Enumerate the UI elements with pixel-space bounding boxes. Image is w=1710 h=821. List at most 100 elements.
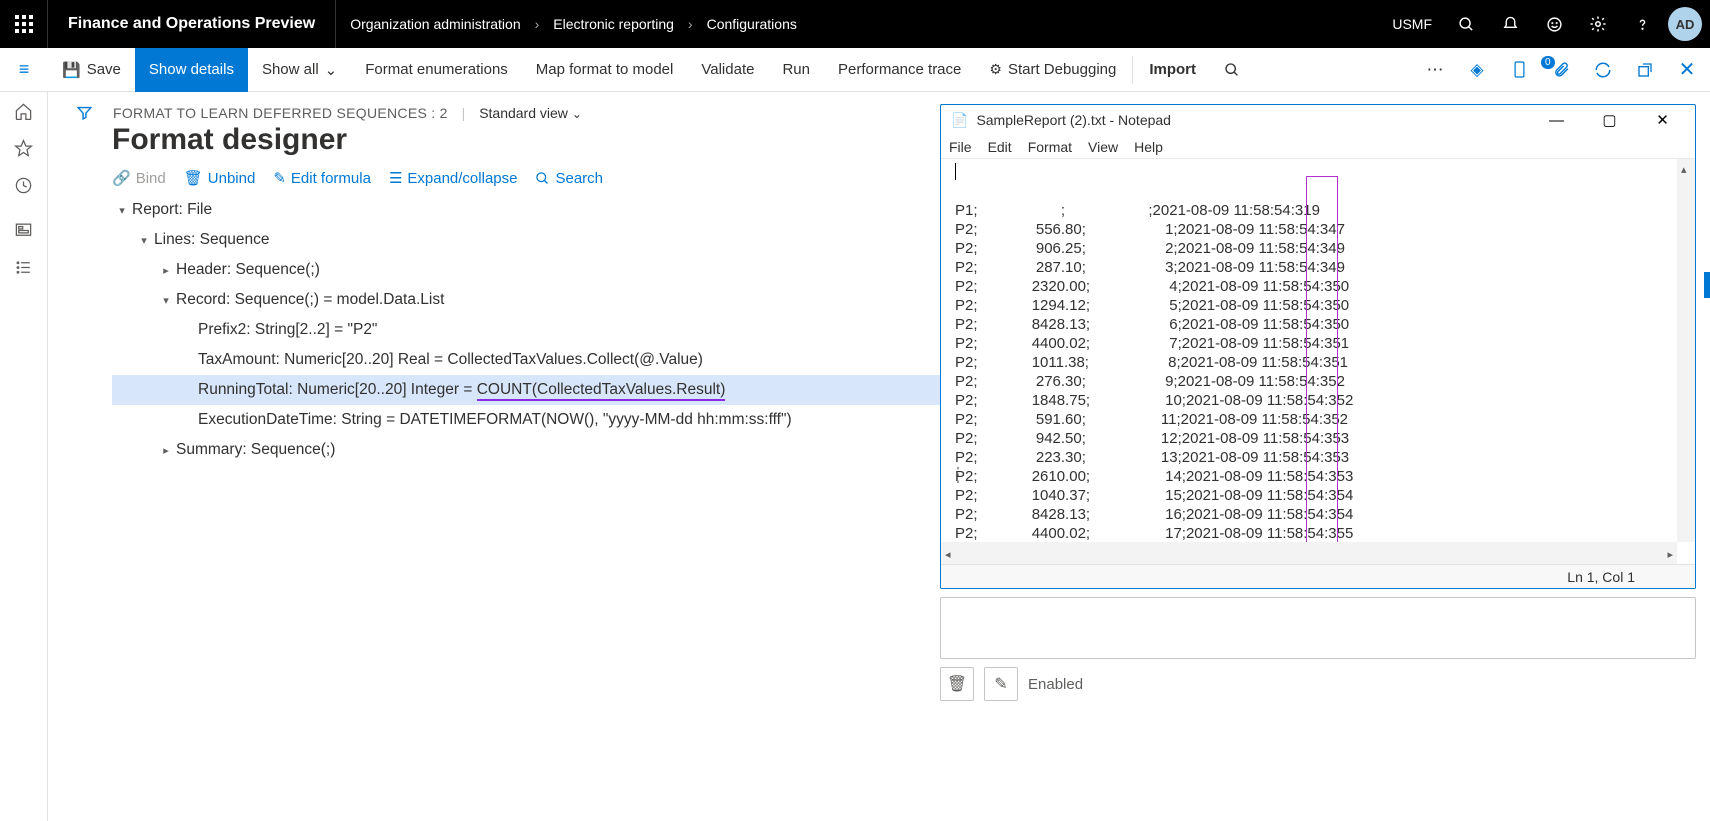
help-icon[interactable] <box>1620 0 1664 48</box>
command-bar: ≡ 💾 Save Show details Show all⌄ Format en… <box>0 48 1710 92</box>
description-field[interactable] <box>940 597 1696 659</box>
start-debugging-button[interactable]: ⚙Start Debugging <box>975 48 1130 92</box>
save-button[interactable]: 💾 Save <box>48 48 135 92</box>
save-label: Save <box>87 61 121 78</box>
popout-icon[interactable] <box>1630 62 1660 78</box>
tree-node[interactable]: ▾Record: Sequence(;) = model.Data.List <box>112 285 940 315</box>
menu-edit[interactable]: Edit <box>988 139 1012 155</box>
format-enumerations-button[interactable]: Format enumerations <box>351 48 522 92</box>
tree-node[interactable]: ExecutionDateTime: String = DATETIMEFORM… <box>112 405 940 435</box>
bind-button[interactable]: 🔗Bind <box>112 169 166 187</box>
search-icon <box>535 171 550 186</box>
refresh-icon[interactable] <box>1588 61 1618 79</box>
tree-node[interactable]: Prefix2: String[2..2] = "P2" <box>112 315 940 345</box>
home-icon[interactable] <box>14 102 33 121</box>
smile-icon[interactable] <box>1532 0 1576 48</box>
menu-format[interactable]: Format <box>1028 139 1072 155</box>
tree-node[interactable]: ▾Lines: Sequence <box>112 225 940 255</box>
list-icon[interactable] <box>14 258 33 277</box>
trash-icon: 🗑 <box>184 169 203 187</box>
validate-button[interactable]: Validate <box>687 48 768 92</box>
close-icon[interactable]: ✕ <box>1672 57 1702 82</box>
vertical-scrollbar[interactable]: ▴ <box>1677 159 1695 542</box>
show-all-button[interactable]: Show all⌄ <box>248 48 351 92</box>
format-tree: ▾Report: File ▾Lines: Sequence ▸Header: … <box>112 195 940 465</box>
star-icon[interactable] <box>14 139 33 158</box>
expand-collapse-button[interactable]: ☰Expand/collapse <box>389 169 518 187</box>
expand-icon[interactable]: ▸ <box>156 264 176 277</box>
edit-formula-button[interactable]: ✎Edit formula <box>273 169 371 187</box>
notepad-menu: File Edit Format View Help <box>941 135 1695 159</box>
run-button[interactable]: Run <box>768 48 824 92</box>
diamond-icon[interactable]: ◈ <box>1462 60 1492 80</box>
collapse-icon[interactable]: ▾ <box>134 234 154 247</box>
collapse-icon[interactable]: ▾ <box>112 204 132 217</box>
attachment-icon[interactable]: 0 <box>1546 61 1576 78</box>
import-button[interactable]: Import <box>1135 48 1210 92</box>
bell-icon[interactable] <box>1488 0 1532 48</box>
horizontal-scrollbar[interactable]: ◂▸ <box>941 542 1677 564</box>
menu-help[interactable]: Help <box>1134 139 1163 155</box>
notepad-icon: 📄 <box>951 112 968 129</box>
performance-trace-button[interactable]: Performance trace <box>824 48 975 92</box>
collapse-icon[interactable]: ▾ <box>156 294 176 307</box>
page-breadcrumb: FORMAT TO LEARN DEFERRED SEQUENCES : 2 <box>113 105 448 121</box>
left-pane: FORMAT TO LEARN DEFERRED SEQUENCES : 2 |… <box>48 92 940 821</box>
right-pane: 📄 SampleReport (2).txt - Notepad — ▢ ✕ F… <box>940 92 1710 821</box>
tree-node[interactable]: ▸Summary: Sequence(;) <box>112 435 940 465</box>
search-command-button[interactable] <box>1210 48 1254 92</box>
pencil-icon: ✎ <box>273 169 286 187</box>
more-icon[interactable]: ⋯ <box>1420 60 1450 80</box>
debug-icon: ⚙ <box>989 61 1002 78</box>
edit-button[interactable]: ✎ <box>984 667 1018 701</box>
chevron-down-icon: ⌄ <box>325 61 338 79</box>
text-caret <box>955 163 956 180</box>
phone-icon[interactable] <box>1504 60 1534 79</box>
list-icon: ☰ <box>389 169 402 187</box>
avatar[interactable]: AD <box>1668 7 1702 41</box>
hamburger-button[interactable]: ≡ <box>0 48 48 92</box>
nav-rail <box>0 92 48 821</box>
unbind-button[interactable]: 🗑Unbind <box>184 169 256 187</box>
breadcrumb-1[interactable]: Electronic reporting <box>539 16 688 32</box>
breadcrumb-0[interactable]: Organization administration <box>336 16 534 32</box>
menu-file[interactable]: File <box>949 139 972 155</box>
tree-node[interactable]: ▸Header: Sequence(;) <box>112 255 940 285</box>
maximize-button[interactable]: ▢ <box>1587 111 1632 129</box>
breadcrumb-2[interactable]: Configurations <box>693 16 811 32</box>
save-icon: 💾 <box>62 61 81 79</box>
minimize-button[interactable]: — <box>1534 112 1579 129</box>
search-icon[interactable] <box>1444 0 1488 48</box>
notepad-status-bar: Ln 1, Col 1 <box>941 564 1695 588</box>
show-details-button[interactable]: Show details <box>135 48 248 92</box>
link-icon: 🔗 <box>112 169 131 187</box>
tree-node-selected[interactable]: RunningTotal: Numeric[20..20] Integer = … <box>112 375 940 405</box>
chevron-down-icon: ⌄ <box>572 107 582 121</box>
divider <box>1132 56 1133 84</box>
company-picker[interactable]: USMF <box>1380 16 1444 32</box>
topbar: Finance and Operations Preview Organizat… <box>0 0 1710 48</box>
workspace-icon[interactable] <box>14 221 33 240</box>
notepad-window: 📄 SampleReport (2).txt - Notepad — ▢ ✕ F… <box>940 104 1696 589</box>
notepad-title: SampleReport (2).txt - Notepad <box>976 112 1171 128</box>
side-tab-indicator[interactable] <box>1704 272 1710 298</box>
delete-button[interactable]: 🗑 <box>940 667 974 701</box>
map-format-button[interactable]: Map format to model <box>522 48 688 92</box>
gear-icon[interactable] <box>1576 0 1620 48</box>
notepad-text-area[interactable]: P1; ; ;2021-08-09 11:58:54:319 P2; 556.8… <box>941 159 1695 564</box>
app-launcher-button[interactable] <box>0 0 48 48</box>
filter-icon[interactable] <box>68 104 101 121</box>
app-title: Finance and Operations Preview <box>48 0 336 48</box>
tree-node[interactable]: TaxAmount: Numeric[20..20] Real = Collec… <box>112 345 940 375</box>
clock-icon[interactable] <box>14 176 33 195</box>
waffle-icon <box>15 15 33 33</box>
expand-icon[interactable]: ▸ <box>156 444 176 457</box>
close-button[interactable]: ✕ <box>1640 111 1685 129</box>
menu-view[interactable]: View <box>1088 139 1118 155</box>
tree-node[interactable]: ▾Report: File <box>112 195 940 225</box>
page-title: Format designer <box>112 123 940 157</box>
enabled-label: Enabled <box>1028 676 1083 693</box>
standard-view-dropdown[interactable]: Standard view⌄ <box>479 105 582 121</box>
attachment-badge: 0 <box>1541 56 1555 69</box>
search-button[interactable]: Search <box>535 169 603 187</box>
